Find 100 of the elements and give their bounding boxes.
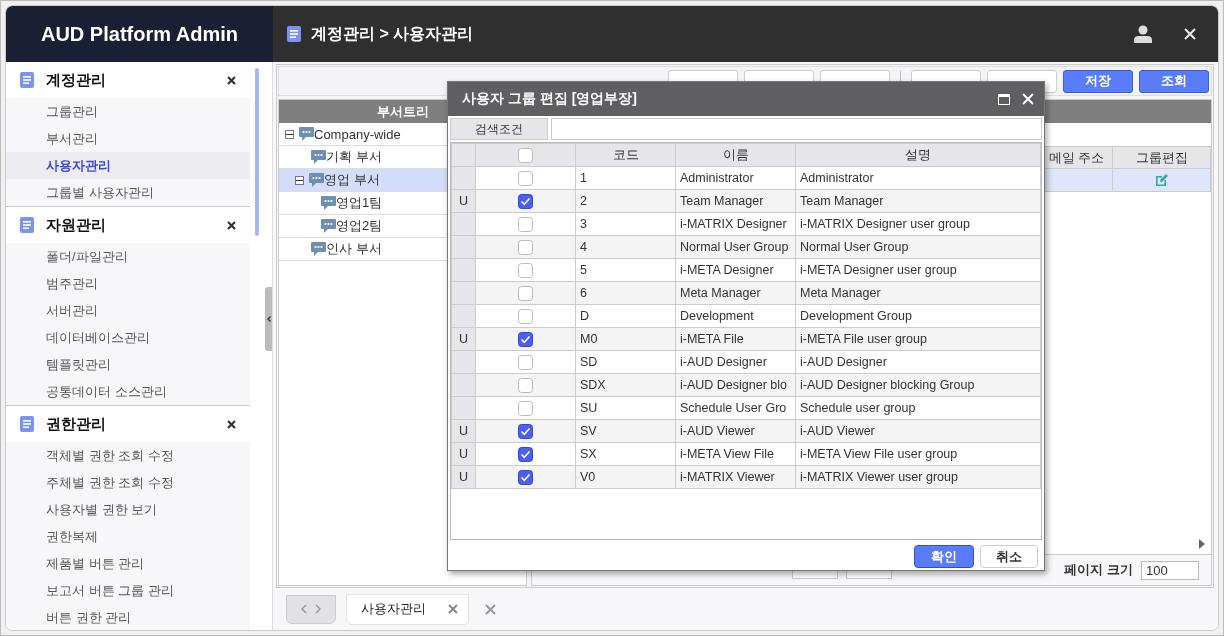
table-cell: Meta Manager xyxy=(800,286,881,300)
table-cell: i-AUD Designer blocking Group xyxy=(800,378,975,392)
table-cell: i-MATRIX Viewer user group xyxy=(800,470,958,484)
user-icon[interactable] xyxy=(1134,25,1152,43)
tree-node[interactable]: 인사 부서 xyxy=(326,240,382,258)
table-cell: i-META Designer user group xyxy=(800,263,957,277)
section-title[interactable]: 권한관리 xyxy=(46,414,216,434)
table-cell: Development xyxy=(680,309,754,323)
status-label: U xyxy=(459,332,468,346)
collapse-toggle[interactable] xyxy=(295,175,304,185)
table-cell: i-MATRIX Designer user group xyxy=(800,217,970,231)
sidebar-item[interactable]: 템플릿관리 xyxy=(6,351,251,378)
sidebar-item[interactable]: 그룹별 사용자관리 xyxy=(6,179,251,206)
tree-node[interactable]: 기획 부서 xyxy=(326,148,382,166)
sidebar-item[interactable]: 공통데이터 소스관리 xyxy=(6,378,251,405)
tree-node[interactable]: 영업1팀 xyxy=(336,194,383,212)
checkbox[interactable] xyxy=(518,377,533,393)
tab[interactable]: 사용자관리 xyxy=(346,593,469,625)
breadcrumb: 계정관리 > 사용자관리 xyxy=(311,23,475,44)
maximize-icon[interactable] xyxy=(998,93,1010,105)
sidebar-item[interactable]: 권한복제 xyxy=(6,523,251,550)
sidebar-item[interactable]: 사용자관리 xyxy=(6,152,251,179)
table-cell: Development Group xyxy=(800,309,912,323)
tree-node[interactable]: 영업2팀 xyxy=(336,217,383,235)
chevron-left-icon xyxy=(301,604,307,615)
sidebar-item[interactable]: 폴더/파일관리 xyxy=(6,243,251,270)
page-size-field[interactable]: 100 xyxy=(1141,560,1199,580)
table-cell: i-AUD Viewer xyxy=(800,424,875,438)
table-cell: i-AUD Designer blo xyxy=(680,378,787,392)
close-icon[interactable] xyxy=(227,220,237,230)
checkbox[interactable] xyxy=(518,308,533,324)
table-cell: 4 xyxy=(580,240,587,254)
dialog-button[interactable]: 확인 xyxy=(914,545,974,568)
checkbox[interactable] xyxy=(518,446,533,462)
section-title[interactable]: 계정관리 xyxy=(46,70,216,90)
table-cell: Normal User Group xyxy=(680,240,789,254)
table-cell: V0 xyxy=(580,470,596,484)
close-icon[interactable] xyxy=(227,419,237,429)
checkbox[interactable] xyxy=(518,262,533,278)
edit-icon[interactable] xyxy=(1154,173,1169,187)
checkbox[interactable] xyxy=(518,216,533,232)
table-cell: SD xyxy=(580,355,598,369)
collapse-toggle[interactable] xyxy=(285,129,294,139)
checkbox[interactable] xyxy=(518,331,533,347)
checkbox[interactable] xyxy=(518,147,533,163)
table-cell: 3 xyxy=(580,217,587,231)
checkbox[interactable] xyxy=(518,170,533,186)
sidebar-item[interactable]: 데이터베이스관리 xyxy=(6,324,251,351)
sidebar-item[interactable]: 주체별 권한 조회 수정 xyxy=(6,469,251,496)
checkbox[interactable] xyxy=(518,400,533,416)
speech-bubble-icon xyxy=(311,242,326,256)
table-cell: SV xyxy=(580,424,597,438)
sidebar-item[interactable]: 부서관리 xyxy=(6,125,251,152)
sidebar-item[interactable]: 범주관리 xyxy=(6,270,251,297)
table-cell: i-MATRIX Designer xyxy=(680,217,787,231)
sidebar-item[interactable]: 버튼 권한 관리 xyxy=(6,604,251,630)
sidebar-item[interactable]: 보고서 버튼 그룹 관리 xyxy=(6,577,251,604)
table-cell: D xyxy=(580,309,590,323)
section-title[interactable]: 자원관리 xyxy=(46,215,216,235)
tab-label[interactable]: 사용자관리 xyxy=(361,600,426,619)
tree-node[interactable]: Company-wide xyxy=(314,126,401,142)
toolbar-button[interactable]: 조회 xyxy=(1139,69,1209,93)
sidebar-item[interactable]: 서버관리 xyxy=(6,297,251,324)
close-icon[interactable] xyxy=(227,75,237,85)
sidebar-item[interactable]: 사용자별 권한 보기 xyxy=(6,496,251,523)
table-cell: 6 xyxy=(580,286,587,300)
status-label: U xyxy=(459,470,468,484)
table-cell: i-META View File user group xyxy=(800,447,958,461)
sidebar-item[interactable]: 객체별 권한 조회 수정 xyxy=(6,442,251,469)
checkbox[interactable] xyxy=(518,193,533,209)
document-icon xyxy=(20,416,34,432)
status-label: U xyxy=(459,447,468,461)
app-title: AUD Platform Admin xyxy=(40,22,238,46)
table-cell: i-META Designer xyxy=(680,263,774,277)
scroll-right-icon xyxy=(1199,539,1205,550)
toolbar-button[interactable]: 저장 xyxy=(1063,69,1133,93)
tree-node[interactable]: 영업 부서 xyxy=(324,171,380,189)
tab-nav-button[interactable] xyxy=(286,594,336,624)
table-cell: i-MATRIX Viewer xyxy=(680,470,775,484)
dialog-button[interactable]: 취소 xyxy=(980,545,1038,568)
table-cell: Team Manager xyxy=(680,194,764,208)
table-cell: 2 xyxy=(580,194,587,208)
collapse-handle[interactable] xyxy=(265,287,273,351)
speech-bubble-icon xyxy=(299,127,314,141)
speech-bubble-icon xyxy=(309,173,324,187)
sidebar-item[interactable]: 제품별 버튼 관리 xyxy=(6,550,251,577)
table-cell: SDX xyxy=(580,378,606,392)
table-cell: SU xyxy=(580,401,598,415)
table-cell: Team Manager xyxy=(800,194,884,208)
search-field[interactable] xyxy=(551,118,1042,140)
checkbox[interactable] xyxy=(518,239,533,255)
document-icon xyxy=(20,217,34,233)
checkbox[interactable] xyxy=(518,354,533,370)
table-cell: i-META File user group xyxy=(800,332,927,346)
checkbox[interactable] xyxy=(518,423,533,439)
scrollbar[interactable] xyxy=(255,68,260,236)
table-cell: 1 xyxy=(580,171,587,185)
sidebar-item[interactable]: 그룹관리 xyxy=(6,98,251,125)
checkbox[interactable] xyxy=(518,285,533,301)
checkbox[interactable] xyxy=(518,469,533,485)
